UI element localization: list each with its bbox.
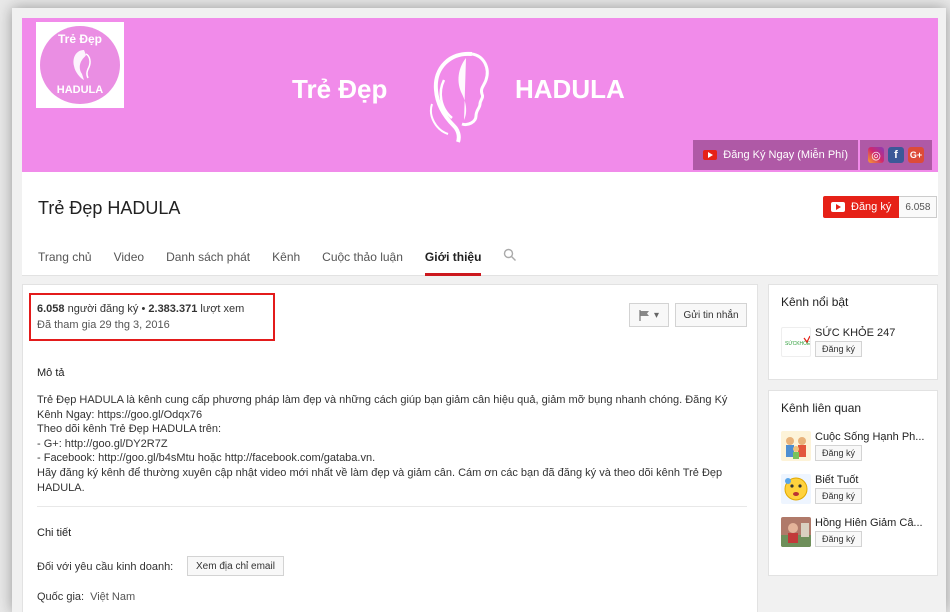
send-message-button[interactable]: Gửi tin nhắn [675, 303, 747, 327]
subscribe-button-main[interactable]: Đăng ký [823, 196, 900, 218]
search-icon[interactable] [503, 236, 517, 276]
country-value: Việt Nam [90, 591, 136, 603]
description-line: HADULA. [37, 481, 85, 494]
about-card: 6.058 người đăng ký • 2.383.371 lượt xem… [22, 284, 758, 612]
description-line[interactable]: Kênh Ngay: https://goo.gl/Odqx76 [37, 408, 745, 423]
related-channels-title: Kênh liên quan [781, 401, 862, 415]
subscribe-button[interactable]: Đăng ký [815, 341, 863, 357]
details-label: Chi tiết [37, 527, 72, 539]
channel-banner: Trẻ Đẹp HADULA Trẻ Đẹp HADULA Đăng Ký Ng… [22, 18, 938, 172]
view-text: lượt xem [197, 303, 245, 315]
channel-thumbnail[interactable] [781, 431, 811, 461]
subscribe-free-label: Đăng Ký Ngay (Miễn Phí) [723, 149, 848, 161]
subscribe-button[interactable]: Đăng ký [815, 445, 863, 461]
business-inquiry-label: Đối với yêu cầu kinh doanh: [37, 561, 174, 573]
magnifier-icon [504, 248, 517, 261]
subscriber-total: 6.058 [37, 303, 65, 315]
related-channel-item[interactable]: Hồng Hiên Giảm Câ... Đăng ký [781, 517, 931, 553]
family-cartoon-icon [781, 431, 811, 461]
tab-channels[interactable]: Kênh [272, 236, 300, 276]
view-email-button[interactable]: Xem địa chỉ email [187, 556, 284, 576]
woman-profile-icon [430, 51, 489, 143]
featured-channels-card: Kênh nổi bật SỨCKHỎE SỨC KHỎE 247 Đăng k… [768, 284, 938, 380]
country-label: Quốc gia: [37, 591, 85, 603]
view-total: 2.383.371 [148, 303, 198, 315]
flag-icon [639, 309, 649, 321]
youtube-icon [703, 150, 718, 160]
screenshot-frame: Trẻ Đẹp HADULA Trẻ Đẹp HADULA Đăng Ký Ng… [12, 8, 946, 612]
description-line[interactable]: - G+: http://goo.gl/DY2R7Z [37, 437, 745, 452]
avatar-top-text: Trẻ Đẹp [57, 32, 102, 46]
channel-name[interactable]: Biết Tuốt [815, 474, 858, 486]
subscriber-text: người đăng ký • [64, 303, 149, 315]
channel-name[interactable]: Trẻ Đẹp HADULA [38, 198, 180, 219]
channel-page: Trẻ Đẹp HADULA Trẻ Đẹp HADULA Đăng Ký Ng… [22, 18, 938, 612]
subscribe-button[interactable]: Đăng ký [815, 488, 863, 504]
stats-highlight-box [29, 293, 275, 341]
chevron-down-icon: ▾ [653, 309, 660, 321]
description-line: Trẻ Đẹp HADULA là kênh cung cấp phương p… [37, 394, 728, 406]
divider [37, 506, 747, 507]
banner-title-left: Trẻ Đẹp [292, 74, 388, 104]
channel-name[interactable]: SỨC KHỎE 247 [815, 327, 895, 339]
description-label: Mô tả [37, 367, 65, 379]
description-line[interactable]: - Facebook: http://goo.gl/b4sMtu hoặc ht… [37, 451, 745, 466]
description-line: Hãy đăng ký kênh để thường xuyên cập nhậ… [37, 466, 723, 479]
channel-thumbnail[interactable] [781, 474, 811, 504]
google-plus-icon[interactable]: G+ [908, 147, 924, 163]
health-logo-icon: SỨCKHỎE [784, 335, 810, 347]
subscriber-count: 6.058 [899, 196, 938, 218]
joined-date: Đã tham gia 29 thg 3, 2016 [37, 319, 170, 331]
channel-thumbnail[interactable] [781, 517, 811, 547]
related-channel-item[interactable]: Cuộc Sống Hạnh Ph... Đăng ký [781, 431, 931, 467]
related-channels-card: Kênh liên quan Cuộc Sống Hạnh Ph... Đăng… [768, 390, 938, 576]
avatar-bottom-text: HADULA [56, 84, 104, 96]
youtube-icon [831, 202, 845, 212]
subscribe-button[interactable]: Đăng ký 6.058 [823, 196, 938, 218]
channel-thumbnail[interactable]: SỨCKHỎE [781, 327, 811, 357]
featured-channel-item[interactable]: SỨCKHỎE SỨC KHỎE 247 Đăng ký [781, 327, 931, 363]
tab-home[interactable]: Trang chủ [38, 236, 92, 276]
facebook-icon[interactable]: f [888, 147, 904, 163]
social-links: ◎ f G+ [860, 140, 932, 170]
country-row: Quốc gia: Việt Nam [37, 591, 135, 603]
subscribe-button[interactable]: Đăng ký [815, 531, 863, 547]
channel-avatar[interactable]: Trẻ Đẹp HADULA [36, 22, 124, 108]
banner-title-right: HADULA [515, 74, 625, 104]
tab-videos[interactable]: Video [114, 236, 144, 276]
subscribe-free-link[interactable]: Đăng Ký Ngay (Miễn Phí) [693, 140, 858, 170]
channel-tabs: Trang chủ Video Danh sách phát Kênh Cuộc… [38, 236, 539, 276]
instagram-icon[interactable]: ◎ [868, 147, 884, 163]
tab-about[interactable]: Giới thiệu [424, 236, 481, 276]
channel-name[interactable]: Cuộc Sống Hạnh Ph... [815, 431, 924, 443]
tab-playlists[interactable]: Danh sách phát [166, 236, 250, 276]
featured-channels-title: Kênh nổi bật [781, 295, 849, 309]
channel-name[interactable]: Hồng Hiên Giảm Câ... [815, 517, 923, 529]
channel-header: Trẻ Đẹp HADULA Đăng ký 6.058 Trang chủ V… [22, 172, 938, 276]
related-channel-item[interactable]: Biết Tuốt Đăng ký [781, 474, 931, 510]
tab-discussion[interactable]: Cuộc thảo luận [322, 236, 403, 276]
channel-stats: 6.058 người đăng ký • 2.383.371 lượt xem [37, 303, 244, 315]
person-photo-icon [781, 517, 811, 547]
flag-button[interactable]: ▾ [629, 303, 669, 327]
emoji-face-icon [781, 474, 811, 504]
avatar-logo: Trẻ Đẹp HADULA [40, 26, 120, 104]
description-line: Theo dõi kênh Trẻ Đẹp HADULA trên: [37, 423, 222, 436]
woman-silhouette-icon [73, 50, 91, 80]
subscribe-label: Đăng ký [851, 201, 892, 213]
channel-description: Trẻ Đẹp HADULA là kênh cung cấp phương p… [37, 393, 745, 495]
banner-links: Đăng Ký Ngay (Miễn Phí) ◎ f G+ [693, 140, 932, 170]
